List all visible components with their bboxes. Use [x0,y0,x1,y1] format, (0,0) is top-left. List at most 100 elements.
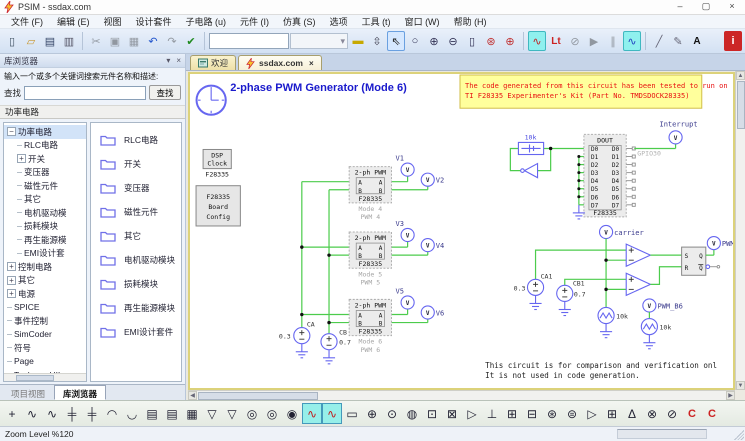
square-source-button[interactable]: ⊡ [422,403,442,424]
close-button[interactable]: × [719,0,745,14]
tree-item-simcoder[interactable]: SimCoder [4,328,86,342]
capacitor-button[interactable]: ╪ [62,403,82,424]
probe-v1[interactable]: V V1 [396,154,415,182]
probe-interrupt[interactable]: GPIO30 V Interrupt [634,119,697,157]
inverter-gate[interactable] [524,164,537,178]
tree-item-transformers[interactable]: 变压器 [4,166,86,180]
view-waveform-button[interactable]: ∿ [623,31,641,51]
horizontal-scrollbar[interactable]: ◀ ▶ [188,390,735,400]
inductor-button[interactable]: ◠ [102,403,122,424]
library-search-input[interactable] [24,86,146,100]
tree-item-switches[interactable]: +开关 [4,152,86,166]
schematic-canvas[interactable]: 2-phase PWM Generator (Mode 6) The code … [186,71,745,400]
library-category-header[interactable]: 功率电路 [0,105,185,119]
update-netlist-button[interactable]: ✔ [182,31,200,51]
board-config-block[interactable]: F28335 Board Config [196,186,240,226]
coupled-inductor-button[interactable]: ◡ [122,403,142,424]
divider-button[interactable]: ⊘ [662,403,682,424]
pan-tool-button[interactable]: ⇳ [368,31,386,51]
menu-elements[interactable]: 元件 (I) [233,15,276,29]
node-probe-button[interactable]: ⊥ [482,403,502,424]
schematic-sheet[interactable]: 2-phase PWM Generator (Mode 6) The code … [188,72,735,390]
opamp-button[interactable]: ▷ [462,403,482,424]
tab-ssdax[interactable]: ssdax.com × [238,55,322,70]
library-folder[interactable]: 变压器 [91,176,181,200]
probe-pwm-b6[interactable]: V PWM_B6 [643,299,683,319]
scroll-left-icon[interactable]: ◀ [188,391,197,400]
clock-icon[interactable] [197,86,226,115]
dc-source-button[interactable]: ⊕ [362,403,382,424]
pz-block-button[interactable]: ⊟ [522,403,542,424]
ltspice-link-button[interactable]: Lt [547,31,565,51]
resize-grip[interactable] [734,430,744,440]
diode-button[interactable]: ▽ [202,403,222,424]
carrier-oscillator[interactable]: 10k [598,307,628,337]
library-search-button[interactable]: 查找 [149,85,181,100]
expand-icon[interactable]: + [7,276,16,285]
feedback-resistor-10k[interactable]: 10k [510,133,584,177]
zoom-tool-button[interactable]: ○ [406,31,424,51]
library-folder[interactable]: 开关 [91,152,181,176]
open-file-button[interactable]: ▱ [22,31,40,51]
library-folder[interactable]: 损耗模块 [91,272,181,296]
menu-simulate[interactable]: 仿真 (S) [276,15,323,29]
probe-v5[interactable]: V V5 [396,286,415,314]
text-tool-button[interactable]: A [688,31,706,51]
tree-item-other-root[interactable]: +其它 [4,274,86,288]
source-cb[interactable]: CB 0.7 [321,329,351,364]
scope-2ch-button[interactable]: ∿ [322,403,342,424]
edit-tool-button[interactable]: ✎ [669,31,687,51]
wire-tool-button[interactable]: ╱ [650,31,668,51]
dsp-clock-block[interactable]: DSP Clock F28335 [203,149,231,178]
tree-item-other[interactable]: 其它 [4,193,86,207]
scroll-right-icon[interactable]: ▶ [726,391,735,400]
sine-source-button[interactable]: ◍ [402,403,422,424]
pwm-oscillator[interactable]: 10k [641,319,671,349]
resistor-block-button[interactable]: ▭ [342,403,362,424]
undo-button[interactable]: ↶ [144,31,162,51]
pwm-block-3[interactable]: 2-ph PWM A B A B F28335 Mode 6 PWM 6 [349,299,391,353]
maximize-button[interactable]: ▢ [693,0,719,14]
panel-tab-project-view[interactable]: 项目视图 [2,385,54,400]
expand-icon[interactable]: + [7,262,16,271]
vertical-scrollbar[interactable]: ▲ ▼ [735,71,745,390]
tree-item-page[interactable]: Page [4,355,86,369]
note-box[interactable]: The code generated from this circuit has… [460,75,728,108]
wire-button[interactable]: + [2,403,22,424]
tree-item-rlc-branches[interactable]: RLC电路 [4,139,86,153]
dout-block[interactable]: DOUT D0D0 D1D1 D2D2 D3D3 D4D4 D5D5 D6D6 … [573,134,635,219]
tab-welcome[interactable]: 欢迎 [190,55,236,70]
probe-v2[interactable]: V V2 [421,173,444,190]
tree-item-magnetic-elements[interactable]: 磁性元件 [4,179,86,193]
minimize-button[interactable]: – [667,0,693,14]
zoom-selected-button[interactable]: ⊛ [482,31,500,51]
tree-item-symbols[interactable]: 符号 [4,341,86,355]
pwm-block-2[interactable]: 2-ph PWM A B A B F28335 Mode 5 PWM 5 [349,232,391,286]
transformer-3w-button[interactable]: ▤ [162,403,182,424]
collapse-icon[interactable]: − [7,127,16,136]
ac-source-button[interactable]: ⊙ [382,403,402,424]
expand-icon[interactable]: + [7,289,16,298]
probe-pwm[interactable]: V PWM [706,237,733,256]
library-folder[interactable]: 电机驱动模块 [91,248,181,272]
tree-item-thermal[interactable]: 损耗模块 [4,220,86,234]
scrollbar-thumb[interactable] [16,375,54,381]
capacitor-polar-button[interactable]: ╪ [82,403,102,424]
c-script-button[interactable]: C [682,403,702,424]
panel-close-icon[interactable]: × [176,56,181,65]
source-cb1[interactable]: CB1 0.7 [557,279,627,315]
scrollbar-thumb[interactable] [198,392,318,400]
tab-close-icon[interactable]: × [309,59,314,68]
pwm-block-1[interactable]: 2-ph PWM A B A B F28335 Mode 4 PWM 4 [349,167,391,221]
fit-page-button[interactable]: ▯ [463,31,481,51]
gain-block-button[interactable]: ⊞ [502,403,522,424]
tree-item-event-control[interactable]: 事件控制 [4,314,86,328]
sensor-button[interactable]: Δ [622,403,642,424]
component-combo[interactable]: ▾ [290,33,348,49]
probe-v3[interactable]: V V3 [396,219,415,247]
scroll-up-icon[interactable]: ▲ [736,71,745,80]
probe-v4[interactable]: V V4 [421,239,444,256]
tree-item-spice[interactable]: SPICE [4,301,86,315]
comparator-2[interactable] [626,273,650,295]
voltage-probe-2-button[interactable]: ◎ [262,403,282,424]
